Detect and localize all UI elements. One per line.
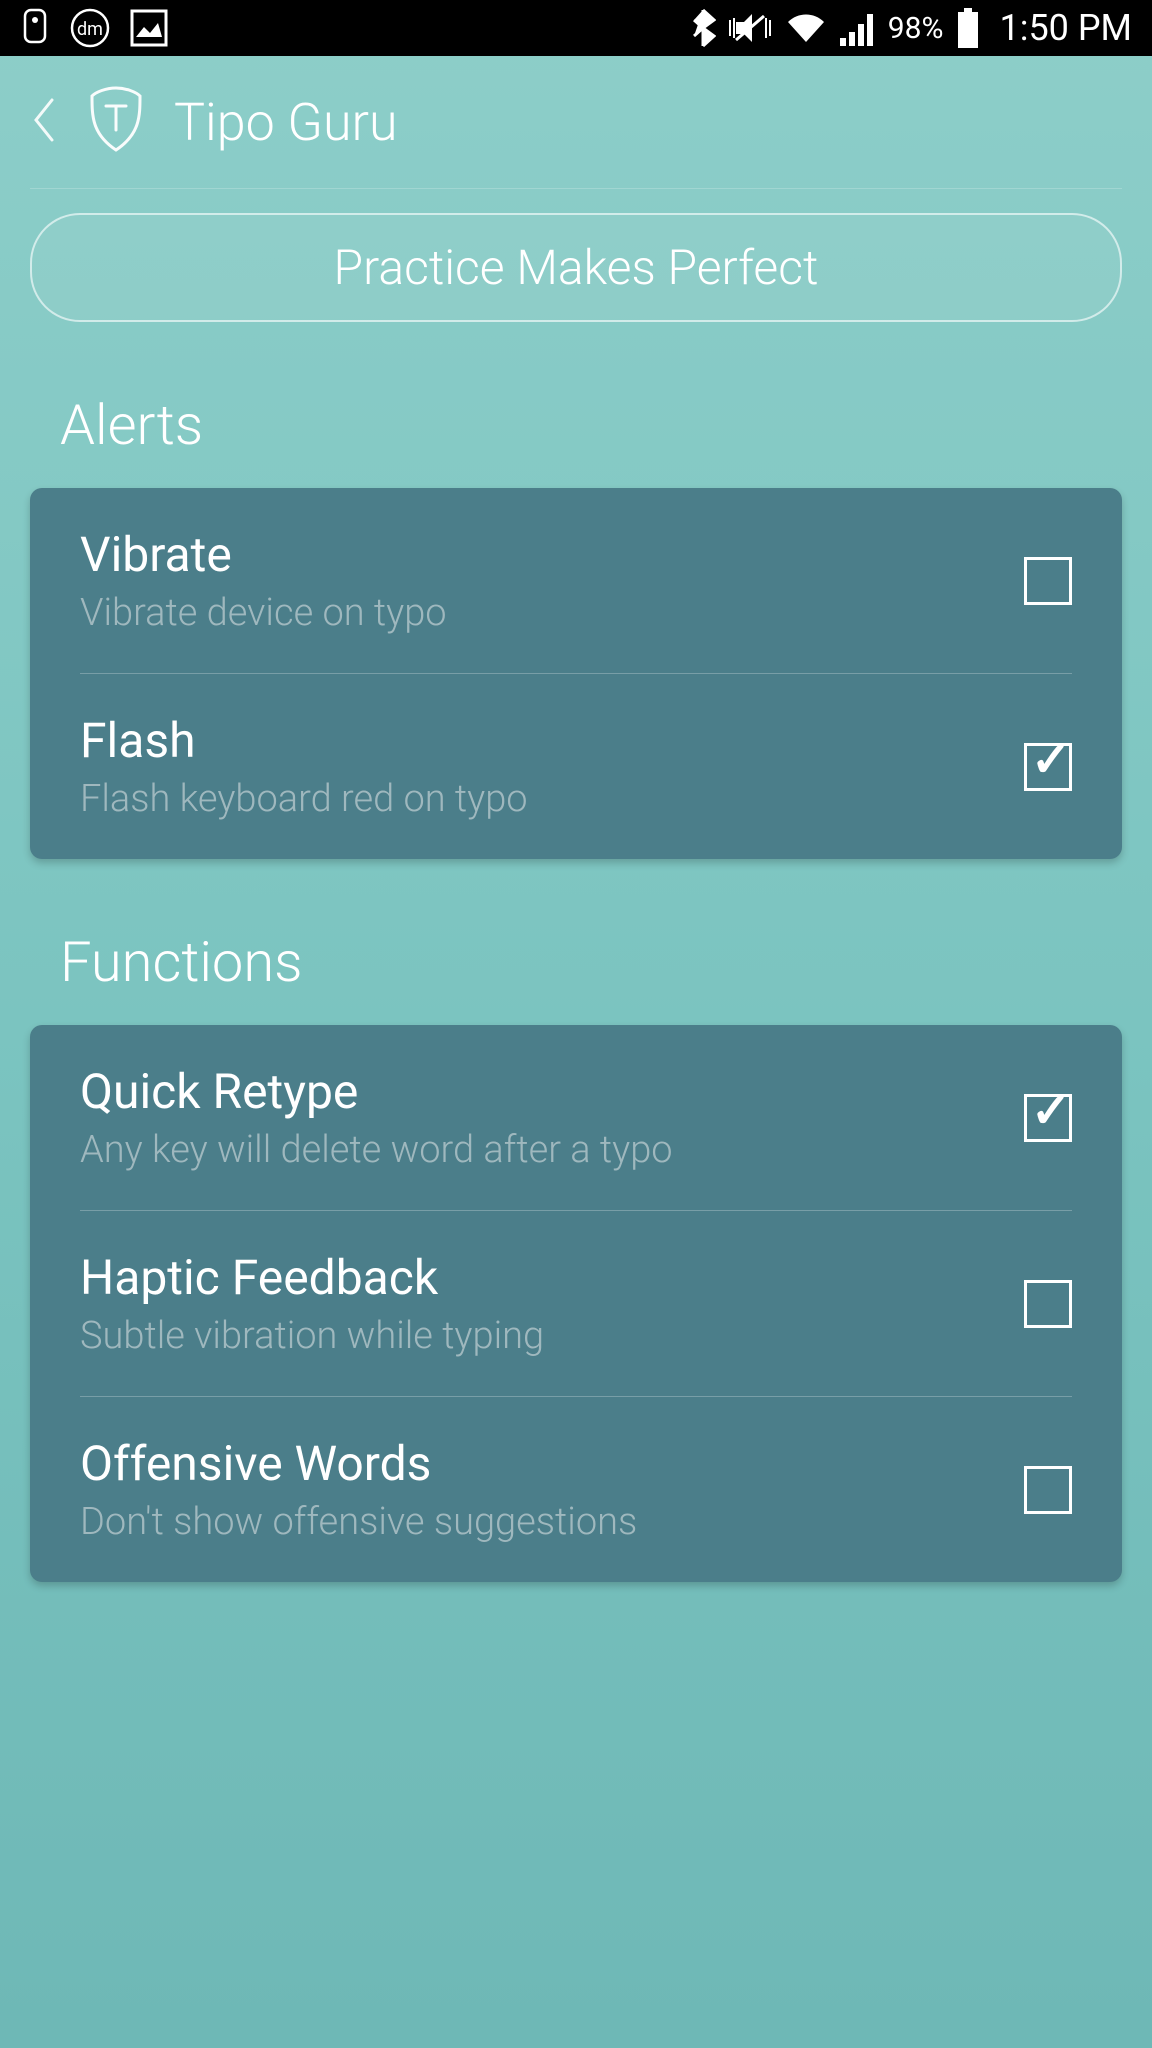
status-right-icons: 98% 1:50 PM [690, 7, 1132, 49]
checkbox-unchecked[interactable] [1024, 557, 1072, 605]
setting-subtitle: Subtle vibration while typing [80, 1314, 1024, 1358]
setting-subtitle: Don't show offensive suggestions [80, 1500, 1024, 1544]
setting-subtitle: Vibrate device on typo [80, 591, 1024, 635]
section-title-alerts: Alerts [0, 362, 1152, 488]
wifi-icon [784, 10, 828, 46]
shield-logo-icon [88, 86, 144, 158]
section-title-functions: Functions [0, 899, 1152, 1025]
status-bar: dm 98% 1:50 PM [0, 0, 1152, 56]
setting-offensive-words[interactable]: Offensive Words Don't show offensive sug… [30, 1397, 1122, 1582]
setting-text: Haptic Feedback Subtle vibration while t… [80, 1249, 1024, 1358]
app-header: Tipo Guru [0, 56, 1152, 188]
checkbox-checked[interactable]: ✓ [1024, 1094, 1072, 1142]
setting-title: Quick Retype [80, 1063, 1024, 1120]
setting-text: Flash Flash keyboard red on typo [80, 712, 1024, 821]
vibrate-mute-icon [728, 8, 772, 48]
setting-subtitle: Any key will delete word after a typo [80, 1128, 1024, 1172]
setting-title: Flash [80, 712, 1024, 769]
signal-icon [840, 10, 876, 46]
setting-text: Quick Retype Any key will delete word af… [80, 1063, 1024, 1172]
setting-subtitle: Flash keyboard red on typo [80, 777, 1024, 821]
battery-icon [956, 8, 980, 48]
checkmark-icon: ✓ [1031, 1087, 1071, 1135]
checkbox-checked[interactable]: ✓ [1024, 743, 1072, 791]
setting-title: Offensive Words [80, 1435, 1024, 1492]
app-title: Tipo Guru [174, 92, 398, 153]
svg-text:dm: dm [77, 19, 103, 40]
battery-percent: 98% [888, 11, 944, 46]
setting-quick-retype[interactable]: Quick Retype Any key will delete word af… [30, 1025, 1122, 1210]
image-icon [130, 9, 168, 47]
setting-flash[interactable]: Flash Flash keyboard red on typo ✓ [30, 674, 1122, 859]
back-icon[interactable] [30, 96, 58, 148]
notification-icon [20, 8, 50, 48]
clock-time: 1:50 PM [1000, 7, 1133, 49]
dm-icon: dm [70, 8, 110, 48]
setting-text: Vibrate Vibrate device on typo [80, 526, 1024, 635]
setting-title: Vibrate [80, 526, 1024, 583]
functions-card: Quick Retype Any key will delete word af… [30, 1025, 1122, 1582]
status-left-icons: dm [20, 8, 168, 48]
header-divider [30, 188, 1122, 189]
setting-title: Haptic Feedback [80, 1249, 1024, 1306]
checkbox-unchecked[interactable] [1024, 1280, 1072, 1328]
alerts-card: Vibrate Vibrate device on typo Flash Fla… [30, 488, 1122, 859]
checkmark-icon: ✓ [1031, 736, 1071, 784]
setting-haptic-feedback[interactable]: Haptic Feedback Subtle vibration while t… [30, 1211, 1122, 1396]
setting-vibrate[interactable]: Vibrate Vibrate device on typo [30, 488, 1122, 673]
bluetooth-icon [690, 8, 716, 48]
practice-button[interactable]: Practice Makes Perfect [30, 213, 1122, 322]
setting-text: Offensive Words Don't show offensive sug… [80, 1435, 1024, 1544]
checkbox-unchecked[interactable] [1024, 1466, 1072, 1514]
